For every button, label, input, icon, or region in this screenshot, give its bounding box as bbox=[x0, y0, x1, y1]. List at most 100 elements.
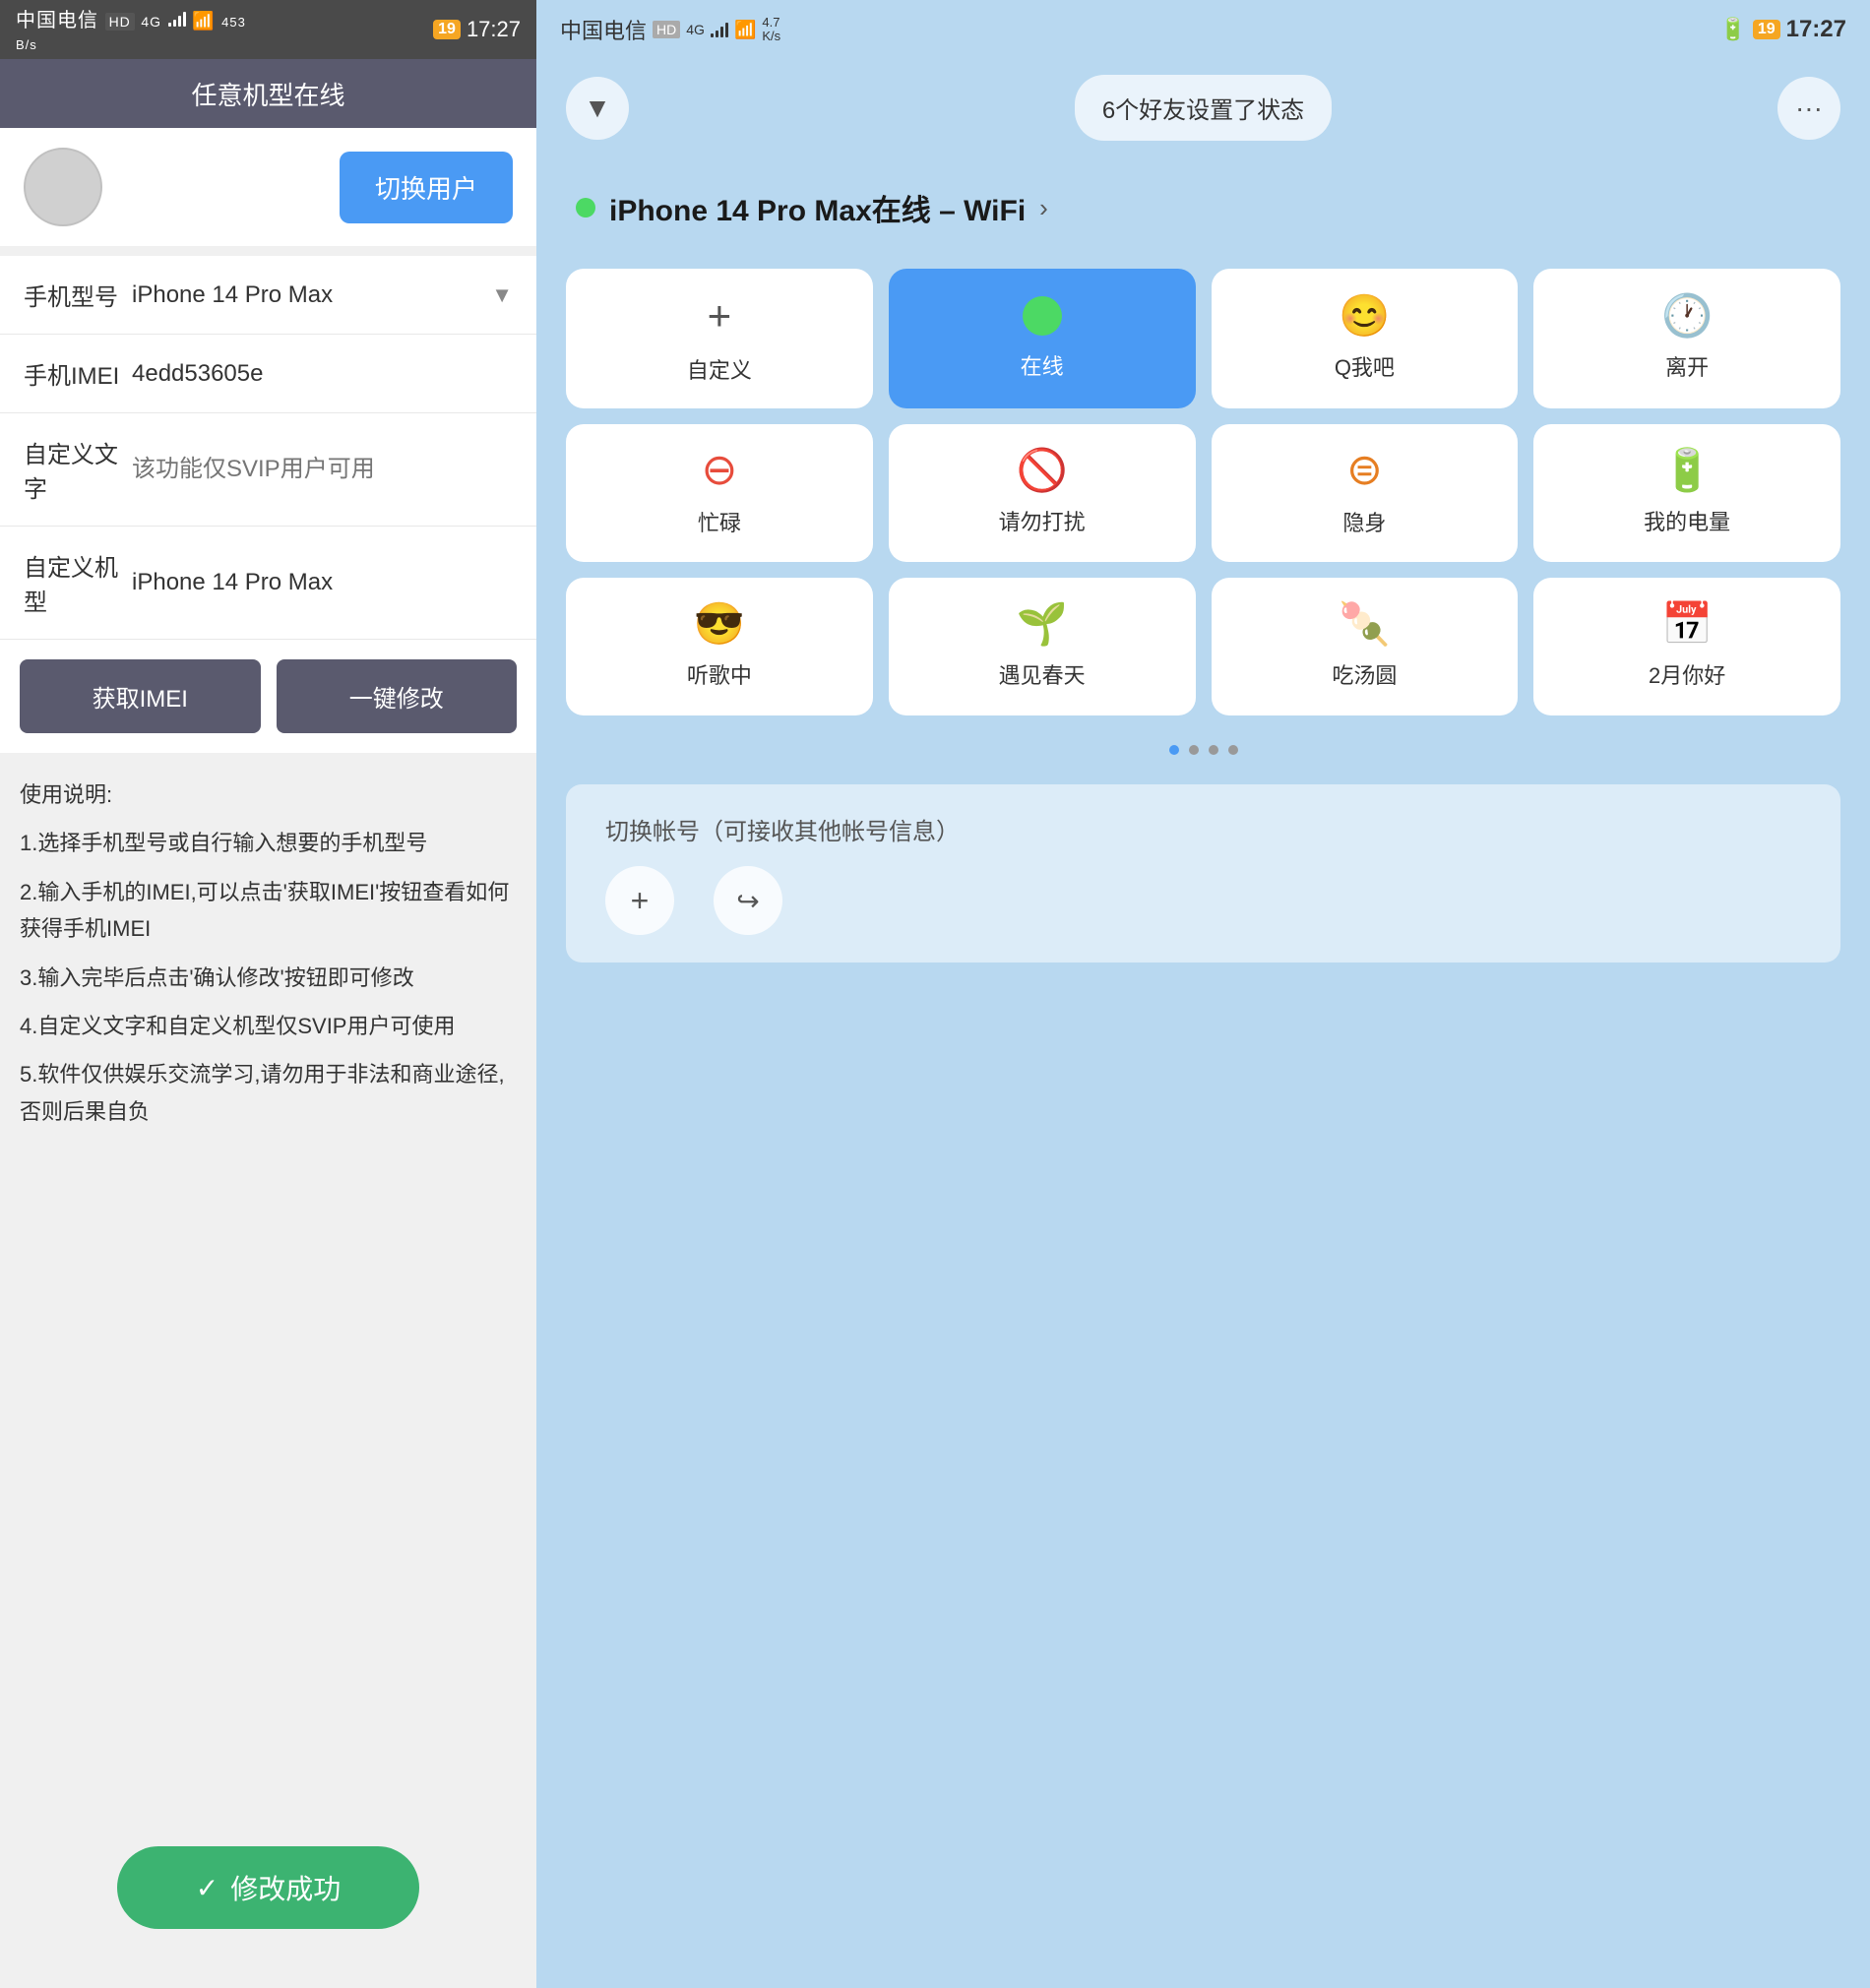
battery-badge-right: 19 bbox=[1753, 20, 1780, 39]
account-buttons: + ↪ bbox=[605, 866, 1801, 935]
phone-model-input[interactable] bbox=[132, 281, 483, 309]
status-label-hidden: 隐身 bbox=[1342, 506, 1386, 537]
dot-1[interactable] bbox=[1169, 745, 1179, 755]
carrier-left: 中国电信 HD 4G 📶 453B/s bbox=[16, 4, 246, 55]
switch-account-title: 切换帐号（可接收其他帐号信息） bbox=[605, 812, 1801, 846]
status-label-spring: 遇见春天 bbox=[999, 658, 1086, 690]
device-status-text: iPhone 14 Pro Max在线 – WiFi bbox=[609, 186, 1026, 229]
status-item-hidden[interactable]: ⊜ 隐身 bbox=[1212, 424, 1519, 562]
status-item-tangyuan[interactable]: 🍡 吃汤圆 bbox=[1212, 578, 1519, 715]
phone-model-dropdown-arrow[interactable]: ▼ bbox=[491, 282, 513, 308]
switch-user-button[interactable]: 切换用户 bbox=[340, 152, 513, 223]
top-bar: ▼ 6个好友设置了状态 ··· bbox=[536, 59, 1870, 156]
switch-account-section: 切换帐号（可接收其他帐号信息） + ↪ bbox=[566, 784, 1840, 963]
battery-icon-right: 🔋 bbox=[1719, 17, 1746, 42]
add-account-button[interactable]: + bbox=[605, 866, 674, 935]
phone-model-row: 手机型号 ▼ bbox=[0, 256, 536, 335]
wifi-icon-left: 📶 bbox=[192, 11, 215, 31]
online-indicator bbox=[576, 198, 595, 217]
status-label-listening: 听歌中 bbox=[687, 658, 752, 690]
instructions-step3: 3.输入完毕后点击'确认修改'按钮即可修改 bbox=[20, 960, 517, 996]
status-label-tangyuan: 吃汤圆 bbox=[1332, 658, 1397, 690]
instructions-step4: 4.自定义文字和自定义机型仅SVIP用户可使用 bbox=[20, 1008, 517, 1044]
status-item-battery[interactable]: 🔋 我的电量 bbox=[1533, 424, 1840, 562]
custom-text-input[interactable] bbox=[132, 456, 513, 483]
custom-text-row: 自定义文字 bbox=[0, 413, 536, 527]
status-label-battery: 我的电量 bbox=[1644, 505, 1730, 536]
status-item-dnd[interactable]: 🚫 请勿打扰 bbox=[889, 424, 1196, 562]
get-imei-button[interactable]: 获取IMEI bbox=[20, 659, 261, 733]
logout-icon: ↪ bbox=[736, 885, 759, 917]
hidden-icon: ⊜ bbox=[1346, 449, 1383, 492]
app-title: 任意机型在线 bbox=[191, 76, 344, 112]
chevron-down-icon: ▼ bbox=[584, 93, 611, 124]
status-item-qme[interactable]: 😊 Q我吧 bbox=[1212, 269, 1519, 408]
dot-2[interactable] bbox=[1189, 745, 1199, 755]
status-label-custom: 自定义 bbox=[687, 353, 752, 385]
device-status-bar[interactable]: iPhone 14 Pro Max在线 – WiFi › bbox=[536, 156, 1870, 249]
status-label-february: 2月你好 bbox=[1649, 658, 1725, 690]
instructions-step2: 2.输入手机的IMEI,可以点击'获取IMEI'按钮查看如何获得手机IMEI bbox=[20, 874, 517, 948]
dot-4[interactable] bbox=[1228, 745, 1238, 755]
pagination-dots bbox=[536, 735, 1870, 765]
status-item-listening[interactable]: 😎 听歌中 bbox=[566, 578, 873, 715]
success-label: 修改成功 bbox=[230, 1868, 341, 1907]
form-section: 手机型号 ▼ 手机IMEI 自定义文字 自定义机型 bbox=[0, 256, 536, 640]
status-item-busy[interactable]: ⊖ 忙碌 bbox=[566, 424, 873, 562]
one-key-modify-button[interactable]: 一键修改 bbox=[277, 659, 518, 733]
time-left: 17:27 bbox=[467, 17, 521, 42]
spring-icon: 🌱 bbox=[1016, 603, 1067, 645]
status-bar-left: 中国电信 HD 4G 📶 453B/s 19 17:27 bbox=[0, 0, 536, 59]
status-bar-right: 中国电信 HD 4G 📶 4.7K/s 🔋 19 17:27 bbox=[536, 0, 1870, 59]
speed-right: 4.7K/s bbox=[762, 16, 780, 44]
status-grid: + 自定义 在线 😊 Q我吧 🕐 离开 ⊖ 忙碌 🚫 请勿打扰 bbox=[536, 249, 1870, 735]
more-icon: ··· bbox=[1795, 93, 1823, 124]
status-item-custom[interactable]: + 自定义 bbox=[566, 269, 873, 408]
imei-label: 手机IMEI bbox=[24, 356, 132, 391]
app-title-bar: 任意机型在线 bbox=[0, 59, 536, 128]
more-button[interactable]: ··· bbox=[1777, 77, 1840, 140]
instructions-section: 使用说明: 1.选择手机型号或自行输入想要的手机型号 2.输入手机的IMEI,可… bbox=[0, 753, 536, 1827]
phone-model-label: 手机型号 bbox=[24, 278, 132, 312]
february-icon: 📅 bbox=[1661, 603, 1713, 645]
busy-icon: ⊖ bbox=[701, 449, 737, 492]
custom-model-input[interactable] bbox=[132, 569, 513, 596]
imei-row: 手机IMEI bbox=[0, 335, 536, 413]
success-section: ✓ 修改成功 bbox=[0, 1827, 536, 1988]
battery-badge-left: 19 bbox=[433, 20, 461, 39]
dot-3[interactable] bbox=[1209, 745, 1218, 755]
status-item-february[interactable]: 📅 2月你好 bbox=[1533, 578, 1840, 715]
signal-icon-right bbox=[711, 22, 728, 37]
left-panel: 中国电信 HD 4G 📶 453B/s 19 17:27 任意机型在线 切换用户… bbox=[0, 0, 536, 1988]
status-label-busy: 忙碌 bbox=[698, 506, 741, 537]
time-right: 17:27 bbox=[1786, 16, 1846, 43]
custom-text-label: 自定义文字 bbox=[24, 435, 132, 504]
battery-area-right: 🔋 19 17:27 bbox=[1719, 16, 1846, 43]
status-label-dnd: 请勿打扰 bbox=[999, 505, 1086, 536]
status-item-online[interactable]: 在线 bbox=[889, 269, 1196, 408]
device-status-arrow: › bbox=[1039, 193, 1048, 223]
down-button[interactable]: ▼ bbox=[566, 77, 629, 140]
online-dot-icon bbox=[1023, 296, 1062, 336]
logout-account-button[interactable]: ↪ bbox=[714, 866, 782, 935]
tangyuan-icon: 🍡 bbox=[1339, 603, 1390, 645]
status-item-spring[interactable]: 🌱 遇见春天 bbox=[889, 578, 1196, 715]
right-panel: 中国电信 HD 4G 📶 4.7K/s 🔋 19 17:27 ▼ 6个好友设置了… bbox=[536, 0, 1870, 1988]
user-section: 切换用户 bbox=[0, 128, 536, 246]
instructions-step5: 5.软件仅供娱乐交流学习,请勿用于非法和商业途径,否则后果自负 bbox=[20, 1056, 517, 1130]
listening-icon: 😎 bbox=[694, 603, 745, 645]
smiley-icon: 😊 bbox=[1339, 295, 1390, 337]
success-button[interactable]: ✓ 修改成功 bbox=[117, 1846, 419, 1929]
plus-icon: + bbox=[708, 292, 732, 340]
status-item-away[interactable]: 🕐 离开 bbox=[1533, 269, 1840, 408]
custom-model-row: 自定义机型 bbox=[0, 527, 536, 640]
instructions-title: 使用说明: bbox=[20, 777, 517, 813]
status-label-qme: Q我吧 bbox=[1335, 350, 1395, 382]
dnd-icon: 🚫 bbox=[1016, 450, 1067, 491]
wifi-icon-right: 📶 bbox=[734, 20, 756, 40]
custom-model-label: 自定义机型 bbox=[24, 548, 132, 617]
friends-status-button[interactable]: 6个好友设置了状态 bbox=[1075, 75, 1332, 141]
imei-input[interactable] bbox=[132, 360, 513, 388]
battery-status-icon: 🔋 bbox=[1661, 450, 1713, 491]
avatar bbox=[24, 148, 102, 226]
